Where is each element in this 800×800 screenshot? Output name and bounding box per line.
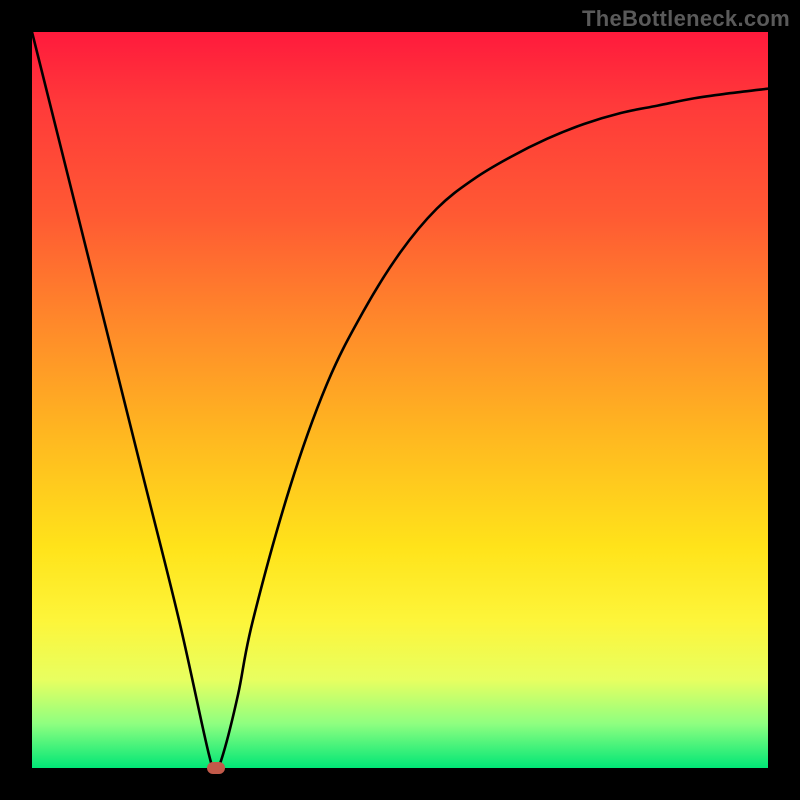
plot-area bbox=[32, 32, 768, 768]
watermark-text: TheBottleneck.com bbox=[582, 6, 790, 32]
bottleneck-marker bbox=[207, 762, 225, 774]
bottleneck-curve bbox=[32, 32, 768, 768]
chart-frame: TheBottleneck.com bbox=[0, 0, 800, 800]
